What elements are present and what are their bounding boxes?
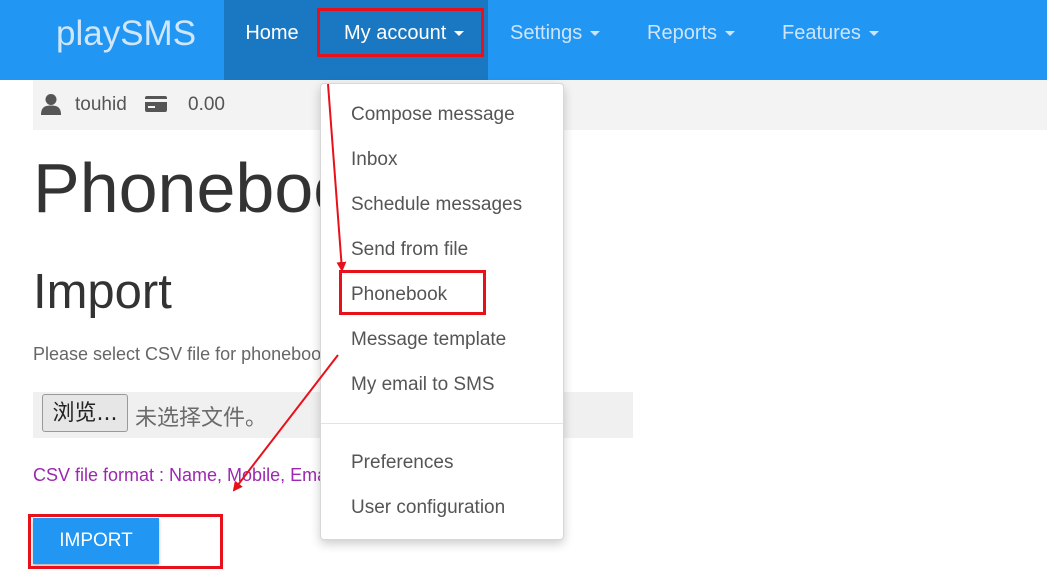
- no-file-selected-text: 未选择文件。: [135, 406, 268, 431]
- menu-item-my-email-to-sms[interactable]: My email to SMS: [351, 374, 495, 396]
- credit-card-icon: [145, 96, 167, 112]
- nav-home[interactable]: Home: [224, 0, 320, 80]
- username: touhid: [75, 94, 127, 115]
- menu-item-user-configuration[interactable]: User configuration: [351, 497, 505, 519]
- nav-settings-label: Settings: [510, 22, 583, 44]
- highlight-box-import: [28, 514, 223, 569]
- caret-down-icon: [725, 31, 736, 37]
- highlight-box-phonebook: [339, 270, 486, 315]
- caret-down-icon: [868, 31, 879, 37]
- nav-reports[interactable]: Reports: [647, 0, 736, 80]
- section-title: Import: [33, 265, 172, 319]
- nav-features[interactable]: Features: [782, 0, 879, 80]
- nav-settings[interactable]: Settings: [510, 0, 601, 80]
- menu-item-message-template[interactable]: Message template: [351, 329, 506, 351]
- brand-logo[interactable]: playSMS: [56, 14, 196, 54]
- nav-features-label: Features: [782, 22, 861, 44]
- nav-reports-label: Reports: [647, 22, 718, 44]
- menu-item-schedule-messages[interactable]: Schedule messages: [351, 194, 522, 216]
- navbar: playSMS Home My account Settings Reports…: [0, 0, 1047, 80]
- menu-item-send-from-file[interactable]: Send from file: [351, 239, 468, 261]
- user-icon: [41, 94, 61, 115]
- browse-button[interactable]: 浏览...: [42, 394, 128, 432]
- menu-item-preferences[interactable]: Preferences: [351, 452, 453, 474]
- menu-item-compose-message[interactable]: Compose message: [351, 104, 515, 126]
- menu-item-inbox[interactable]: Inbox: [351, 149, 397, 171]
- highlight-box-my-account: [317, 8, 484, 57]
- nav-home-label: Home: [245, 22, 299, 44]
- caret-down-icon: [590, 31, 601, 37]
- credit-balance: 0.00: [188, 94, 225, 115]
- menu-divider: [321, 423, 563, 424]
